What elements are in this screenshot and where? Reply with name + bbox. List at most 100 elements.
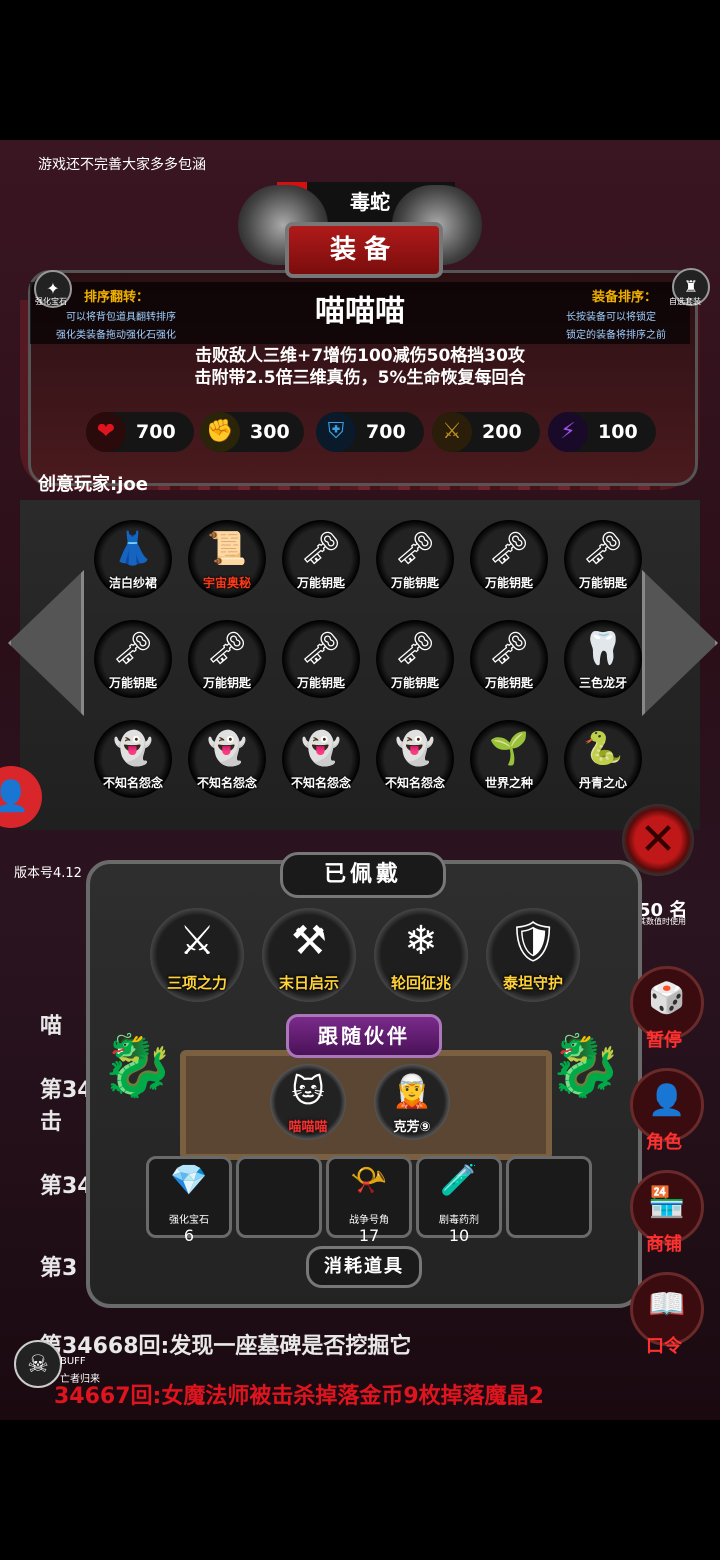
item-desc-line2: 击附带2.5倍三维真伤，5%生命恢复每回合 — [194, 368, 526, 388]
companion-label: 喵喵喵 — [288, 1120, 328, 1135]
sort-flip-desc1: 可以将背包道具翻转排序 — [66, 312, 176, 323]
shop-label: 商铺 — [646, 1234, 682, 1255]
heart-icon: ❤ — [86, 412, 126, 452]
inventory-slot[interactable]: 🗝 万能钥匙 — [564, 520, 642, 598]
inventory-slot[interactable]: 👗 洁白纱裙 — [94, 520, 172, 598]
gargoyle-left-icon: 🐉 — [100, 1031, 175, 1101]
inventory-item-label: 不知名怨念 — [384, 776, 445, 790]
equipped-item-label: 轮回征兆 — [390, 974, 451, 992]
sort-flip-desc2: 强化类装备拖动强化石强化 — [56, 330, 176, 341]
stat-speed-value: 100 — [598, 421, 638, 443]
inventory-item-label: 万能钥匙 — [390, 676, 439, 690]
log-partial-name: 喵 — [40, 1014, 63, 1039]
item-desc-line1: 击败敌人三维+7增伤100减伤50格挡30攻 — [195, 346, 525, 366]
inventory-item-label: 不知名怨念 — [196, 776, 257, 790]
inventory-item-label: 不知名怨念 — [102, 776, 163, 790]
equipped-title: 已佩戴 — [280, 852, 446, 898]
companion-icon: 🐱 — [291, 1072, 325, 1110]
stat-attack-value: 200 — [482, 421, 522, 443]
status-area — [0, 0, 720, 140]
armor-set-label: 自选套装 — [669, 297, 701, 306]
inventory-slot[interactable]: 🌱 世界之种 — [470, 720, 548, 798]
companion-slot[interactable]: 🐱 喵喵喵 — [270, 1064, 346, 1140]
consumables-title: 消耗道具 — [306, 1246, 422, 1288]
inventory-slot[interactable]: 🦷 三色龙牙 — [564, 620, 642, 698]
consumable-count: 6 — [183, 1226, 195, 1245]
inventory-slot[interactable]: 🗝 万能钥匙 — [188, 620, 266, 698]
item-icon: 🦷 — [583, 629, 623, 667]
inventory-slot[interactable]: 👻 不知名怨念 — [282, 720, 360, 798]
consumable-count: 17 — [358, 1226, 380, 1245]
inventory-item-label: 万能钥匙 — [202, 676, 251, 690]
item-icon: 🗝 — [300, 629, 342, 667]
skull-icon[interactable]: ☠ — [14, 1340, 62, 1388]
equipment-icon: 🛡 — [507, 919, 559, 965]
inventory-slot[interactable]: 🗝 万能钥匙 — [282, 520, 360, 598]
equipped-item-label: 泰坦守护 — [502, 974, 563, 992]
inventory-slot[interactable]: 🐍 丹青之心 — [564, 720, 642, 798]
inventory-slot[interactable]: 🗝 万能钥匙 — [282, 620, 360, 698]
nav-area — [0, 1420, 720, 1560]
stat-strength: ✊ 300 — [200, 412, 304, 452]
item-icon: 📜 — [207, 529, 247, 567]
inventory-slot[interactable]: 🗝 万能钥匙 — [470, 520, 548, 598]
buff-label: BUFF — [60, 1356, 86, 1367]
inventory-slot[interactable]: 🗝 万能钥匙 — [376, 520, 454, 598]
sort-flip-button[interactable]: 排序翻转： — [84, 286, 149, 305]
inventory-slot[interactable]: 👻 不知名怨念 — [94, 720, 172, 798]
item-icon: 🗝 — [112, 629, 154, 667]
stat-armor-value: 700 — [366, 421, 406, 443]
log-partial-line: 击 — [40, 1110, 63, 1135]
inventory-item-label: 三色龙牙 — [578, 676, 627, 690]
stat-hp: ❤ 700 — [86, 412, 194, 452]
stat-armor: ⛨ 700 — [316, 412, 424, 452]
equipped-slot[interactable]: ⚔ 三项之力 — [150, 908, 244, 1002]
inventory-item-label: 世界之种 — [484, 776, 533, 790]
companion-label: 克芳⑨ — [393, 1120, 431, 1135]
equipment-sort-button[interactable]: 装备排序： — [592, 286, 657, 305]
inventory-item-label: 万能钥匙 — [390, 576, 439, 590]
item-icon: 🗝 — [582, 529, 624, 567]
consumable-slot[interactable] — [506, 1156, 592, 1238]
equipped-slot[interactable]: 🛡 泰坦守护 — [486, 908, 580, 1002]
equipped-slot[interactable]: ⚒ 末日启示 — [262, 908, 356, 1002]
inventory-slot[interactable]: 🗝 万能钥匙 — [470, 620, 548, 698]
inventory-slot[interactable]: 🗝 万能钥匙 — [94, 620, 172, 698]
consumable-slot[interactable] — [236, 1156, 322, 1238]
log-partial-line: 第3 — [40, 1256, 78, 1281]
inventory-item-label: 万能钥匙 — [296, 676, 345, 690]
inventory-slot[interactable]: 👻 不知名怨念 — [188, 720, 266, 798]
side-rank-sub: 其数值时使用 — [638, 917, 686, 926]
creator-label: 创意玩家:joe — [38, 474, 148, 495]
buff-sub-label: 亡者归来 — [60, 1374, 100, 1385]
lightning-icon: ⚡ — [548, 412, 588, 452]
consumable-label: 强化宝石 — [169, 1215, 209, 1226]
inventory-item-label: 不知名怨念 — [290, 776, 351, 790]
code-label: 口令 — [646, 1336, 682, 1357]
gargoyle-right-icon: 🐉 — [548, 1031, 623, 1101]
stat-speed: ⚡ 100 — [548, 412, 656, 452]
companion-frame — [180, 1050, 552, 1160]
inventory-slot[interactable]: 📜 宇宙奥秘 — [188, 520, 266, 598]
equipment-sort-desc2: 锁定的装备将排序之前 — [566, 330, 666, 341]
companion-slot[interactable]: 🧝 克芳⑨ — [374, 1064, 450, 1140]
item-icon: 🗝 — [300, 529, 342, 567]
inventory-item-label: 宇宙奥秘 — [202, 576, 251, 590]
companion-icon: 🧝 — [392, 1072, 432, 1110]
item-icon: 🗝 — [206, 629, 248, 667]
inventory-item-label: 万能钥匙 — [108, 676, 157, 690]
equipped-slot[interactable]: ❄ 轮回征兆 — [374, 908, 468, 1002]
character-label: 角色 — [646, 1132, 682, 1153]
item-icon: 👻 — [113, 729, 153, 767]
equipment-sort-desc1: 长按装备可以将锁定 — [566, 312, 656, 323]
item-icon: 👻 — [395, 729, 435, 767]
gem-icon-label: 强化宝石 — [35, 297, 67, 306]
equipment-icon: ⚔ — [179, 918, 215, 964]
inventory-item-label: 丹青之心 — [578, 776, 627, 790]
log-line: 34667回:女魔法师被击杀掉落金币9枚掉落魔晶2 — [54, 1384, 544, 1409]
equipment-icon: ⚒ — [291, 918, 327, 964]
inventory-slot[interactable]: 👻 不知名怨念 — [376, 720, 454, 798]
inventory-slot[interactable]: 🗝 万能钥匙 — [376, 620, 454, 698]
equipment-title: 装备 — [285, 222, 443, 278]
inventory-item-label: 万能钥匙 — [578, 576, 627, 590]
